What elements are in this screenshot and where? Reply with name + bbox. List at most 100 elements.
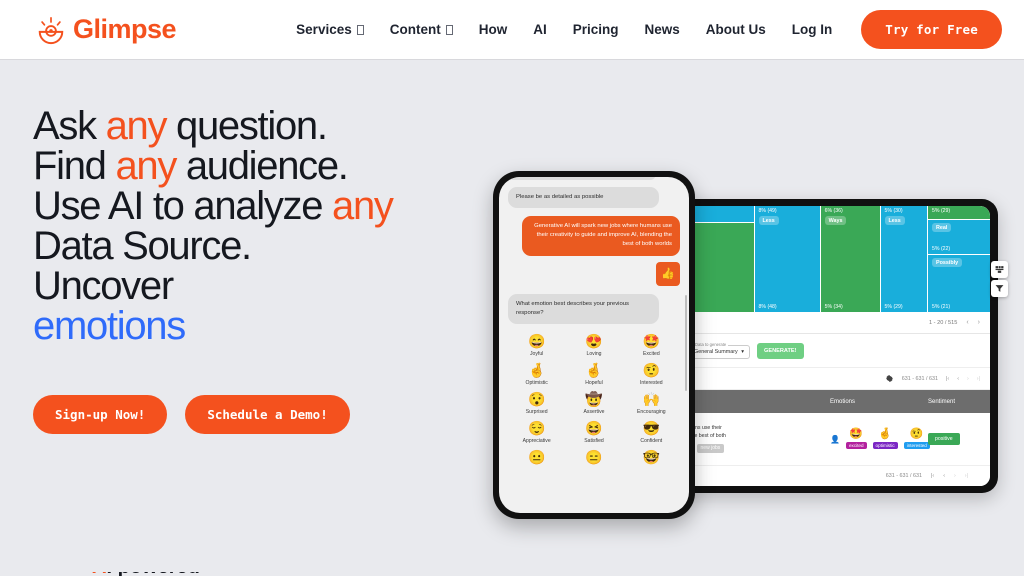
- chevron-right-icon[interactable]: ›: [954, 473, 956, 479]
- emotion-option-joyful[interactable]: 😄 Joyful: [508, 333, 565, 357]
- emotion-option-appreciative[interactable]: 😌 Appreciative: [508, 419, 565, 444]
- headline-accent: any: [105, 104, 168, 148]
- treemap-cell-pct: 6% (36): [824, 208, 843, 214]
- generate-button[interactable]: GENERATE!: [757, 343, 804, 359]
- page-title: Ask any question. Find any audience. Use…: [33, 106, 503, 346]
- treemap-cell[interactable]: 8% (49) Less 8% (48): [754, 206, 820, 312]
- headline-text: Ask: [33, 104, 106, 148]
- emotion-option-hopeful[interactable]: 🤞 Hopeful: [565, 362, 622, 386]
- treemap-cell[interactable]: 6% (36) Ways 5% (34): [820, 206, 880, 312]
- status-badge: positive: [928, 433, 960, 445]
- nav-item-how[interactable]: How: [466, 22, 521, 37]
- headline-line-5: Uncover: [33, 264, 174, 308]
- table-header-row: Emotions Sentiment: [676, 390, 990, 413]
- treemap-cell-pct: 8% (49): [758, 208, 777, 214]
- schedule-a-demo-button[interactable]: Schedule a Demo!: [185, 395, 350, 434]
- treemap-chart[interactable]: 8% (49) Less 8% (48) 6% (36) Ways 5% (34…: [676, 206, 990, 312]
- emotion-option-excited[interactable]: 🤩 Excited: [623, 333, 680, 357]
- last-page-icon[interactable]: ›|: [977, 376, 980, 382]
- emotion-option-assertive[interactable]: 🤠 Assertive: [565, 391, 622, 415]
- treemap-cell[interactable]: Real 5% (22): [928, 220, 990, 254]
- next-section-peek: AI powered 6000: [0, 572, 1024, 576]
- emotion-option-loving[interactable]: 😍 Loving: [565, 332, 622, 357]
- treemap-cell-pct: 8% (48): [758, 304, 777, 310]
- emotion-label: Loving: [586, 350, 602, 357]
- chevron-left-icon[interactable]: ‹: [943, 473, 945, 479]
- table-footer-pagination: 631 - 631 / 631 |‹ ‹ › ›|: [676, 466, 990, 486]
- nav-item-services[interactable]: Services: [283, 22, 377, 37]
- emotion-option-satisfied[interactable]: 😆 Satisfied: [565, 419, 622, 444]
- nav-item-content[interactable]: Content: [377, 22, 466, 37]
- emoji-icon: 😆: [585, 419, 603, 436]
- headline-line-3: Use AI to analyze any: [33, 184, 394, 228]
- emotion-option-row5-1[interactable]: 😐: [508, 448, 565, 465]
- nav-item-pricing[interactable]: Pricing: [560, 22, 632, 37]
- emotion-option-interested[interactable]: 🤨 Interested: [623, 362, 680, 386]
- emoji-icon: 😌: [527, 419, 546, 436]
- data-to-generate-select[interactable]: Data to generate General Summary ▾: [688, 342, 750, 359]
- treemap-cell-pct: 5% (21): [932, 304, 951, 310]
- emotion-label: Excited: [642, 350, 660, 357]
- scrollbar[interactable]: [685, 295, 687, 391]
- nav-item-news[interactable]: News: [632, 22, 693, 37]
- emoji-icon: 😎: [642, 419, 661, 436]
- emoji-icon: 😐: [527, 448, 546, 465]
- nav-item-log-in[interactable]: Log In: [779, 22, 846, 37]
- emotion-chip[interactable]: 🤩 excited: [845, 429, 867, 449]
- emotion-label: Joyful: [530, 350, 544, 357]
- treemap-cell-label: Ways: [824, 216, 847, 225]
- first-page-icon[interactable]: |‹: [946, 376, 949, 382]
- toolbar-pagination: 631 - 631 / 631: [901, 375, 938, 382]
- nav-label: Services: [296, 22, 352, 37]
- emoji-icon: 🤞: [878, 428, 892, 440]
- emotion-tag-label: optimistic: [872, 442, 898, 449]
- emoji-icon: 😍: [585, 332, 603, 349]
- treemap-icon[interactable]: [991, 261, 1008, 278]
- sign-up-now-button[interactable]: Sign-up Now!: [33, 395, 168, 434]
- headline-text: audience.: [176, 144, 349, 188]
- nav-item-about-us[interactable]: About Us: [693, 22, 779, 37]
- chevron-right-icon[interactable]: ›: [967, 376, 969, 382]
- emotion-option-optimistic[interactable]: 🤞 Optimistic: [508, 362, 565, 386]
- logo-text: Glimpse: [73, 14, 177, 44]
- emotion-option-confident[interactable]: 😎 Confident: [623, 419, 680, 444]
- generate-panel: Data to generate General Summary ▾ GENER…: [676, 334, 990, 368]
- emotion-chip[interactable]: 🤞 optimistic: [872, 428, 898, 449]
- filter-funnel-icon[interactable]: [991, 280, 1008, 297]
- emotion-chip[interactable]: 🤨 interested: [903, 429, 930, 449]
- nav-item-ai[interactable]: AI: [520, 22, 560, 37]
- first-page-icon[interactable]: |‹: [931, 473, 934, 479]
- row-sentiment: positive: [928, 433, 990, 445]
- treemap-cell[interactable]: Possibly 5% (21): [928, 255, 990, 312]
- keyword-tag: new jobs: [696, 443, 725, 454]
- emotion-option-row5-2[interactable]: 😑: [565, 449, 622, 465]
- last-page-icon[interactable]: ›|: [965, 473, 968, 479]
- treemap-pagination: 1 - 20 / 515 ‹ ›: [676, 312, 990, 334]
- emotion-option-encouraging[interactable]: 🙌 Encouraging: [623, 391, 680, 415]
- headline-line-4: Data Source.: [33, 224, 252, 268]
- emotion-option-surprised[interactable]: 😯 Surprised: [508, 390, 565, 415]
- treemap-cell[interactable]: 5% (30) Less 5% (29): [880, 206, 927, 312]
- emotion-option-row5-3[interactable]: 🤓: [623, 449, 680, 465]
- table-row[interactable]: re humans use their nding the best of bo…: [676, 413, 990, 466]
- select-value-wrap: General Summary ▾: [694, 349, 744, 355]
- chevron-left-icon[interactable]: ‹: [957, 376, 959, 382]
- emotion-picker-grid: 😄 Joyful 😍 Loving 🤩 Excited 🤞 Optimistic…: [508, 332, 680, 465]
- headline-text: Find: [33, 144, 116, 188]
- emoji-icon: 😯: [527, 390, 546, 407]
- column-header-emotions: Emotions: [830, 398, 856, 405]
- treemap-cell-label: Less: [758, 216, 779, 225]
- chat-bubble-truncated: [508, 177, 656, 180]
- try-for-free-button[interactable]: Try for Free: [861, 10, 1002, 49]
- chat-bubble-assistant: Please be as detailed as possible: [508, 187, 660, 209]
- chevron-right-icon[interactable]: ›: [978, 319, 980, 326]
- thumbs-up-icon[interactable]: 👍: [656, 261, 680, 286]
- treemap-cell[interactable]: 5% (29): [928, 206, 990, 219]
- emotion-tag-label: excited: [845, 442, 867, 449]
- logo[interactable]: Glimpse: [36, 14, 177, 45]
- hero-cta-row: Sign-up Now! Schedule a Demo!: [33, 395, 503, 434]
- tablet-mockup: 8% (49) Less 8% (48) 6% (36) Ways 5% (34…: [668, 199, 1008, 493]
- chevron-left-icon[interactable]: ‹: [966, 319, 968, 326]
- gear-icon[interactable]: [885, 370, 894, 388]
- table-toolbar: 631 - 631 / 631 |‹ ‹ › ›|: [676, 368, 990, 390]
